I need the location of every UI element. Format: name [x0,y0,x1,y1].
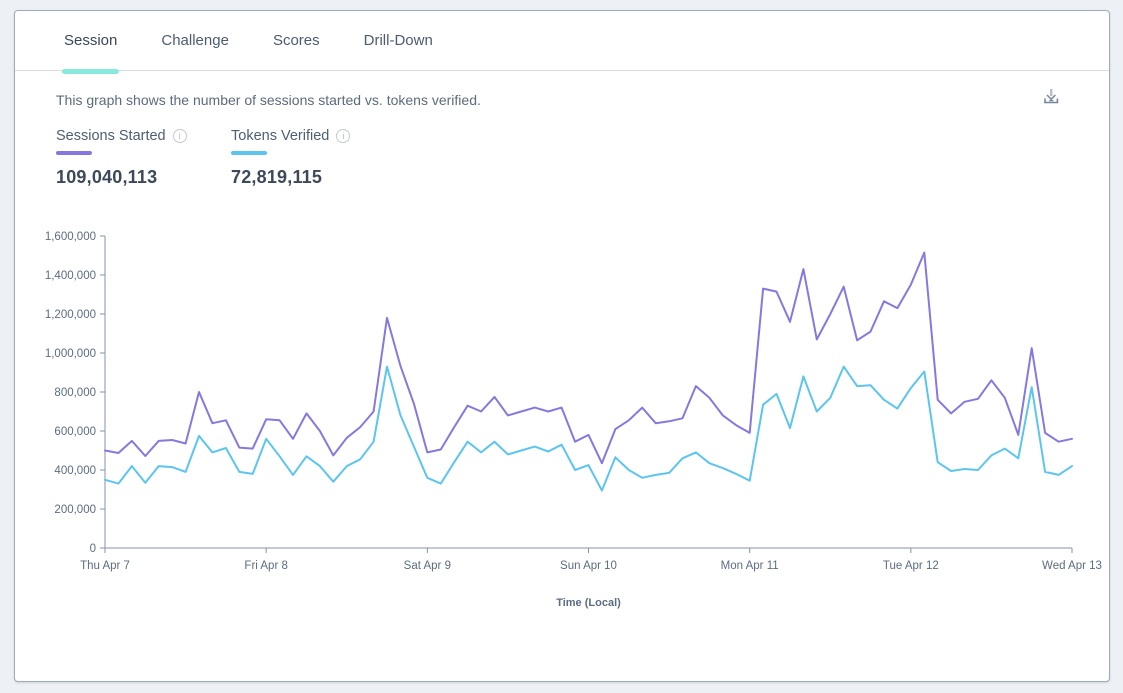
tab-scores-label: Scores [273,32,320,49]
metric-tokens-verified: Tokens Verified i 72,819,115 [231,128,406,188]
svg-text:1,600,000: 1,600,000 [45,231,96,243]
tab-bar: Session Challenge Scores Drill-Down [15,11,1109,71]
sessions-legend-swatch [56,151,92,155]
metric-sessions-label: Sessions Started [56,128,166,144]
svg-text:Sat Apr 9: Sat Apr 9 [404,560,451,572]
svg-text:Mon Apr 11: Mon Apr 11 [721,560,779,572]
svg-text:800,000: 800,000 [54,387,96,399]
svg-text:1,200,000: 1,200,000 [45,309,96,321]
svg-text:600,000: 600,000 [54,426,96,438]
metric-summary: Sessions Started i 109,040,113 Tokens Ve… [56,128,1109,188]
metric-tokens-value: 72,819,115 [231,167,406,188]
metric-tokens-label: Tokens Verified [231,128,329,144]
tab-session-label: Session [64,32,117,49]
svg-text:Thu Apr 7: Thu Apr 7 [80,560,130,572]
download-button[interactable] [1037,82,1065,110]
tokens-legend-swatch [231,151,267,155]
svg-text:Fri Apr 8: Fri Apr 8 [244,560,287,572]
chart-description: This graph shows the number of sessions … [56,92,1067,108]
sessions-vs-tokens-line-chart: 0 200,000 400,000 600,000 800,000 1,000,000 1,… [15,222,1110,626]
series-tokens-verified [105,367,1072,491]
svg-text:Sun Apr 10: Sun Apr 10 [560,560,617,572]
metric-sessions-started: Sessions Started i 109,040,113 [56,128,231,188]
tab-challenge[interactable]: Challenge [161,11,229,71]
dashboard-card: Session Challenge Scores Drill-Down This… [14,10,1110,682]
tab-session[interactable]: Session [64,11,117,71]
svg-text:Wed Apr 13: Wed Apr 13 [1042,560,1102,572]
download-icon [1041,86,1061,106]
chart-area: 0 200,000 400,000 600,000 800,000 1,000,000 1,… [15,222,1109,631]
svg-text:0: 0 [90,543,96,555]
svg-text:Tue Apr 12: Tue Apr 12 [883,560,939,572]
tab-drill-down-label: Drill-Down [364,32,433,49]
svg-text:1,400,000: 1,400,000 [45,270,96,282]
svg-text:1,000,000: 1,000,000 [45,348,96,360]
tab-scores[interactable]: Scores [273,11,320,71]
svg-text:200,000: 200,000 [54,504,96,516]
description-row: This graph shows the number of sessions … [56,92,1067,108]
series-sessions-started [105,253,1072,464]
svg-text:Time (Local): Time (Local) [556,597,621,609]
info-icon[interactable]: i [173,129,187,143]
info-icon[interactable]: i [336,129,350,143]
tab-drill-down[interactable]: Drill-Down [364,11,433,71]
tab-challenge-label: Challenge [161,32,229,49]
metric-sessions-value: 109,040,113 [56,167,231,188]
svg-text:400,000: 400,000 [54,465,96,477]
